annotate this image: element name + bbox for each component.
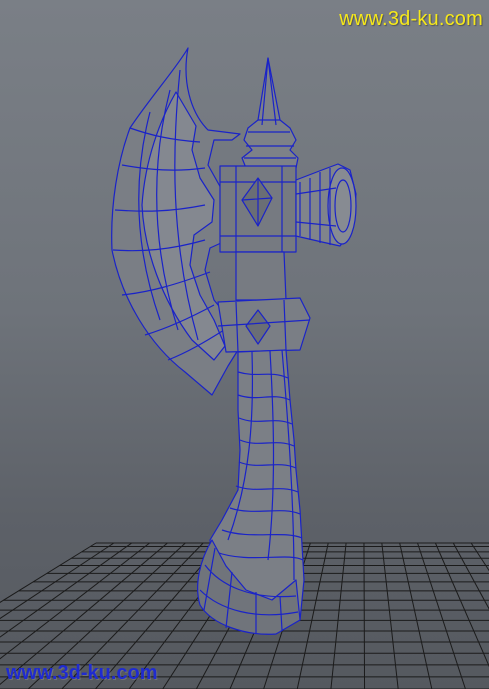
grid-line (417, 542, 466, 689)
shaft-upper (235, 251, 287, 301)
grid-line (381, 542, 399, 689)
watermark-top: www.3d-ku.com (339, 8, 483, 30)
watermark-bottom: www.3d-ku.com (6, 662, 158, 684)
grid-line (330, 542, 347, 689)
side-cap-face (327, 167, 357, 245)
grid-line (399, 542, 433, 689)
3d-viewport[interactable]: www.3d-ku.com www.3d-ku.com (0, 0, 489, 689)
grid-line (363, 542, 366, 689)
grid-line (434, 542, 489, 668)
grid-line (470, 542, 489, 572)
scene-canvas (0, 47, 489, 689)
